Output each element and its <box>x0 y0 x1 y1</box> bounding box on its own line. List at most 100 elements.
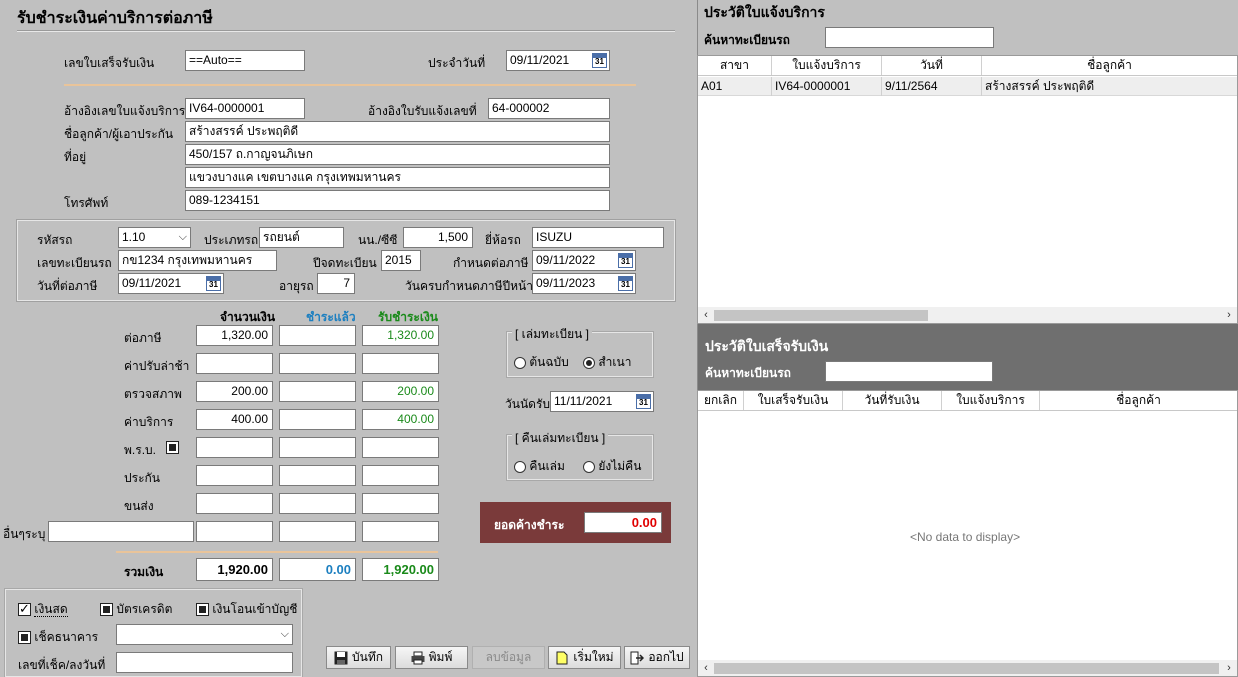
cheque-label: เช็คธนาคาร <box>34 630 99 644</box>
col-customer[interactable]: ชื่อลูกค้า <box>982 56 1237 75</box>
col-invoice[interactable]: ใบแจ้งบริการ <box>942 391 1040 410</box>
checkbox-checked-icon[interactable] <box>18 601 31 617</box>
ref-invoice-field[interactable]: IV64-0000001 <box>185 98 305 119</box>
radio-selected-icon[interactable] <box>583 356 595 369</box>
exit-button[interactable]: ออกไป <box>624 646 690 669</box>
fee-amount-field[interactable]: 200.00 <box>196 381 273 402</box>
fee-amount-field[interactable]: 400.00 <box>196 409 273 430</box>
fee-amount-field[interactable]: 1,320.00 <box>196 325 273 346</box>
fee-receive-field[interactable] <box>362 493 439 514</box>
car-type-field[interactable]: รถยนต์ <box>259 227 344 248</box>
receipt-no-field[interactable]: ==Auto== <box>185 50 305 71</box>
delete-label: ลบข้อมูล <box>485 650 532 664</box>
receipt-date-field[interactable]: 09/11/2021 31 <box>506 50 610 71</box>
reg-year-field[interactable]: 2015 <box>381 250 421 271</box>
checkbox-icon[interactable] <box>100 603 113 617</box>
col-invoice[interactable]: ใบแจ้งบริการ <box>772 56 882 75</box>
col-cancel[interactable]: ยกเลิก <box>698 391 744 410</box>
ref-receive-field[interactable]: 64-000002 <box>488 98 610 119</box>
fee-amount-field[interactable] <box>196 521 273 542</box>
delete-button[interactable]: ลบข้อมูล <box>472 646 545 669</box>
fee-receive-field[interactable]: 400.00 <box>362 409 439 430</box>
return-yes-radio[interactable]: คืนเล่ม <box>514 457 565 476</box>
fee-paid-field[interactable] <box>279 325 356 346</box>
invoice-search-input[interactable] <box>825 27 994 48</box>
radio-icon[interactable] <box>514 356 526 369</box>
car-code-select[interactable]: 1.10 ⌵ <box>118 227 191 248</box>
cheque-no-field[interactable] <box>116 652 293 673</box>
fee-receive-field[interactable] <box>362 521 439 542</box>
fee-paid-field[interactable] <box>279 409 356 430</box>
col-customer[interactable]: ชื่อลูกค้า <box>1040 391 1237 410</box>
other-spec-field[interactable] <box>48 521 194 542</box>
book-copy-radio[interactable]: สำเนา <box>583 353 631 372</box>
weight-field[interactable]: 1,500 <box>403 227 473 248</box>
checkbox-icon[interactable] <box>18 631 31 645</box>
fee-paid-field[interactable] <box>279 465 356 486</box>
fee-paid-field[interactable] <box>279 353 356 374</box>
scroll-left-icon[interactable]: ‹ <box>700 660 712 676</box>
print-button[interactable]: พิมพ์ <box>395 646 468 669</box>
brand-field[interactable]: ISUZU <box>532 227 664 248</box>
fee-paid-field[interactable] <box>279 521 356 542</box>
outstanding-label: ยอดค้างชำระ <box>494 518 565 532</box>
chevron-down-icon[interactable]: ⌵ <box>179 228 187 247</box>
fee-receive-field[interactable] <box>362 437 439 458</box>
cheque-checkbox[interactable]: เช็คธนาคาร <box>18 628 98 647</box>
receipt-search-input[interactable] <box>825 361 993 382</box>
address-line2-field[interactable]: แขวงบางแค เขตบางแค กรุงเทพมหานคร <box>185 167 610 188</box>
calendar-icon[interactable]: 31 <box>592 53 607 68</box>
col-receipt[interactable]: ใบเสร็จรับเงิน <box>744 391 843 410</box>
col-receive-date[interactable]: วันที่รับเงิน <box>843 391 942 410</box>
fee-amount-field[interactable] <box>196 493 273 514</box>
calendar-icon[interactable]: 31 <box>206 276 221 291</box>
col-date[interactable]: วันที่ <box>882 56 982 75</box>
col-branch[interactable]: สาขา <box>698 56 772 75</box>
save-button[interactable]: บันทึก <box>326 646 391 669</box>
fee-paid-field[interactable] <box>279 381 356 402</box>
appointment-date-field[interactable]: 11/11/2021 31 <box>550 391 654 412</box>
scroll-thumb[interactable] <box>714 310 928 321</box>
scroll-right-icon[interactable]: › <box>1223 307 1235 323</box>
bank-select[interactable]: ⌵ <box>116 624 293 645</box>
next-due-field[interactable]: 09/11/2023 31 <box>532 273 636 294</box>
ref-invoice-label: อ้างอิงเลขใบแจ้งบริการ <box>64 104 186 118</box>
checkbox-icon[interactable] <box>196 603 209 617</box>
calendar-icon[interactable]: 31 <box>618 253 633 268</box>
tax-due-field[interactable]: 09/11/2022 31 <box>532 250 636 271</box>
fee-paid-field[interactable] <box>279 493 356 514</box>
checkbox-icon[interactable] <box>166 441 179 454</box>
transfer-checkbox[interactable]: เงินโอนเข้าบัญชี <box>196 600 297 619</box>
receipt-hscrollbar[interactable]: ‹ › <box>698 660 1237 676</box>
address-line1-field[interactable]: 450/157 ถ.กาญจนภิเษก <box>185 144 610 165</box>
fee-receive-field[interactable]: 200.00 <box>362 381 439 402</box>
fee-amount-field[interactable] <box>196 353 273 374</box>
scroll-right-icon[interactable]: › <box>1223 660 1235 676</box>
table-row[interactable]: A01 IV64-0000001 9/11/2564 สร้างสรรค์ ปร… <box>698 77 1237 96</box>
tax-date-field[interactable]: 09/11/2021 31 <box>118 273 224 294</box>
cash-checkbox[interactable]: เงินสด <box>18 600 68 619</box>
plate-field[interactable]: กข1234 กรุงเทพมหานคร <box>118 250 277 271</box>
scroll-thumb[interactable] <box>714 663 1219 674</box>
car-age-field[interactable]: 7 <box>317 273 355 294</box>
fee-receive-field[interactable] <box>362 465 439 486</box>
calendar-icon[interactable]: 31 <box>618 276 633 291</box>
calendar-icon[interactable]: 31 <box>636 394 651 409</box>
credit-checkbox[interactable]: บัตรเครดิต <box>100 600 172 619</box>
new-button[interactable]: เริ่มใหม่ <box>548 646 621 669</box>
radio-icon[interactable] <box>583 460 595 473</box>
invoice-hscrollbar[interactable]: ‹ › <box>698 307 1237 323</box>
fee-amount-field[interactable] <box>196 437 273 458</box>
total-receive-field: 1,920.00 <box>362 558 439 581</box>
return-no-radio[interactable]: ยังไม่คืน <box>583 457 641 476</box>
scroll-left-icon[interactable]: ‹ <box>700 307 712 323</box>
chevron-down-icon[interactable]: ⌵ <box>281 625 289 644</box>
fee-receive-field[interactable] <box>362 353 439 374</box>
customer-name-field[interactable]: สร้างสรรค์ ประพฤติดี <box>185 121 610 142</box>
book-original-radio[interactable]: ต้นฉบับ <box>514 353 569 372</box>
fee-amount-field[interactable] <box>196 465 273 486</box>
fee-paid-field[interactable] <box>279 437 356 458</box>
fee-receive-field[interactable]: 1,320.00 <box>362 325 439 346</box>
phone-field[interactable]: 089-1234151 <box>185 190 610 211</box>
radio-icon[interactable] <box>514 460 526 473</box>
